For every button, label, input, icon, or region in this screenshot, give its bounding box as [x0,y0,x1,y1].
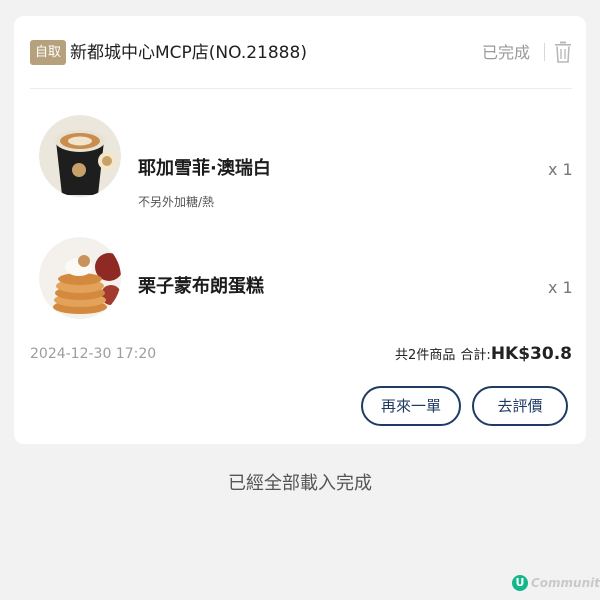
item-name: 栗子蒙布朗蛋糕 [138,276,264,297]
review-button[interactable]: 去評價 [472,386,568,426]
order-item[interactable]: 耶加雪菲·澳瑞白 不另外加糖/熱 x 1 [14,115,586,209]
order-item[interactable]: 栗子蒙布朗蛋糕 x 1 [14,237,586,327]
total-value: HK$30.8 [490,344,572,364]
community-logo-icon: U [512,575,528,591]
pickup-badge: 自取 [30,40,67,65]
header-separator [544,43,545,61]
item-count: 共2件商品 [395,348,456,363]
total-label: 合計: [460,348,491,363]
item-quantity: x 1 [548,160,573,179]
watermark: U Community [512,575,600,591]
reorder-button[interactable]: 再來一單 [361,386,461,426]
coffee-cup-image [39,115,121,197]
end-of-list-text: 已經全部載入完成 [228,473,372,494]
order-time: 2024-12-30 17:20 [30,346,157,362]
order-header: 自取 新都城中心MCP店(NO.21888) 已完成 [14,16,586,88]
watermark-text: Community [531,576,600,590]
item-options: 不另外加糖/熱 [138,195,215,209]
order-status: 已完成 [482,43,531,62]
trash-icon[interactable] [554,41,572,63]
header-divider [30,88,572,89]
item-name: 耶加雪菲·澳瑞白 [138,158,271,179]
store-name: 新都城中心MCP店(NO.21888) [70,43,307,63]
item-quantity: x 1 [548,278,573,297]
cake-image [39,237,121,319]
order-summary: 共2件商品 合計:HK$30.8 [395,342,572,368]
order-card[interactable]: 自取 新都城中心MCP店(NO.21888) 已完成 耶加雪菲·澳瑞白 不另外加… [14,16,586,444]
